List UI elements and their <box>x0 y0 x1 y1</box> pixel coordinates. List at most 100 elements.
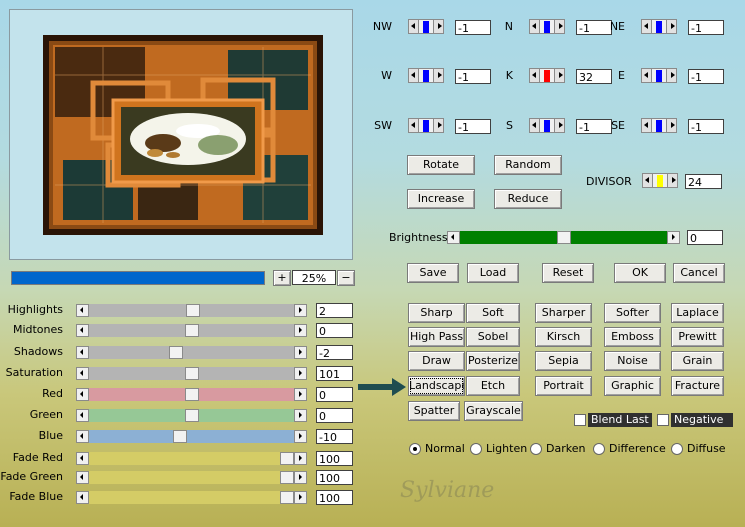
compass-field-e[interactable]: -1 <box>688 69 724 84</box>
adjust-label-red: Red <box>42 387 63 400</box>
preset-etch-button[interactable]: Etch <box>466 376 520 396</box>
compass-label-nw: NW <box>372 20 392 33</box>
watermark: Sylviane <box>400 478 495 503</box>
preset-noise-button[interactable]: Noise <box>604 351 661 371</box>
adjust-field-fade-blue[interactable]: 100 <box>316 490 353 505</box>
rotate-button[interactable]: Rotate <box>407 155 475 175</box>
compass-field-ne[interactable]: -1 <box>688 20 724 35</box>
zoom-level-field[interactable]: 25% <box>292 270 336 285</box>
compass-field-w[interactable]: -1 <box>455 69 491 84</box>
adjust-slider-highlights[interactable] <box>76 304 307 317</box>
preset-soft-button[interactable]: Soft <box>466 303 520 323</box>
adjust-field-green[interactable]: 0 <box>316 408 353 423</box>
preset-posterize-button[interactable]: Posterize <box>466 351 520 371</box>
preview-image <box>43 35 323 235</box>
adjust-slider-green[interactable] <box>76 409 307 422</box>
compass-spinner-n[interactable] <box>529 19 565 35</box>
zoom-progress-bar <box>11 271 265 285</box>
preset-sobel-button[interactable]: Sobel <box>466 327 520 347</box>
compass-label-k: K <box>505 69 513 82</box>
preset-grain-button[interactable]: Grain <box>671 351 724 371</box>
divisor-field[interactable]: 24 <box>685 174 722 189</box>
adjust-slider-fade-blue[interactable] <box>76 491 307 504</box>
adjust-field-midtones[interactable]: 0 <box>316 323 353 338</box>
preset-spatter-button[interactable]: Spatter <box>408 401 460 421</box>
compass-label-w: W <box>381 69 392 82</box>
compass-spinner-nw[interactable] <box>408 19 444 35</box>
compass-spinner-k[interactable] <box>529 68 565 84</box>
adjust-label-shadows: Shadows <box>13 345 63 358</box>
compass-label-se: SE <box>611 119 625 132</box>
adjust-field-red[interactable]: 0 <box>316 387 353 402</box>
adjust-slider-fade-red[interactable] <box>76 452 307 465</box>
load-button[interactable]: Load <box>467 263 519 283</box>
adjust-slider-red[interactable] <box>76 388 307 401</box>
adjust-field-saturation[interactable]: 101 <box>316 366 353 381</box>
compass-field-sw[interactable]: -1 <box>455 119 491 134</box>
preset-sharper-button[interactable]: Sharper <box>535 303 592 323</box>
preset-graphic-button[interactable]: Graphic <box>604 376 661 396</box>
brightness-label: Brightness <box>389 231 448 244</box>
adjust-label-highlights: Highlights <box>7 303 63 316</box>
compass-field-se[interactable]: -1 <box>688 119 724 134</box>
ok-button[interactable]: OK <box>614 263 666 283</box>
compass-spinner-ne[interactable] <box>641 19 677 35</box>
compass-spinner-e[interactable] <box>641 68 677 84</box>
reset-button[interactable]: Reset <box>542 263 594 283</box>
adjust-field-fade-red[interactable]: 100 <box>316 451 353 466</box>
adjust-label-saturation: Saturation <box>5 366 63 379</box>
compass-field-nw[interactable]: -1 <box>455 20 491 35</box>
negative-label: Negative <box>671 413 733 427</box>
save-button[interactable]: Save <box>407 263 459 283</box>
adjust-label-fade-red: Fade Red <box>12 451 63 464</box>
zoom-out-button[interactable]: − <box>337 270 355 286</box>
preset-kirsch-button[interactable]: Kirsch <box>535 327 592 347</box>
increase-button[interactable]: Increase <box>407 189 475 209</box>
compass-spinner-s[interactable] <box>529 118 565 134</box>
reduce-button[interactable]: Reduce <box>494 189 562 209</box>
preset-draw-button[interactable]: Draw <box>408 351 465 371</box>
adjust-label-blue: Blue <box>38 429 63 442</box>
preset-sharp-button[interactable]: Sharp <box>408 303 465 323</box>
adjust-field-fade-green[interactable]: 100 <box>316 470 353 485</box>
preset-high-pass-button[interactable]: High Pass <box>408 327 465 347</box>
brightness-slider[interactable] <box>447 231 680 244</box>
random-button[interactable]: Random <box>494 155 562 175</box>
preset-grayscale-button[interactable]: Grayscale <box>464 401 523 421</box>
adjust-field-blue[interactable]: -10 <box>316 429 353 444</box>
divisor-spinner[interactable] <box>642 173 678 189</box>
negative-option[interactable]: Negative <box>657 413 733 428</box>
zoom-in-button[interactable]: + <box>273 270 291 286</box>
adjust-field-shadows[interactable]: -2 <box>316 345 353 360</box>
adjust-slider-blue[interactable] <box>76 430 307 443</box>
mode-darken-radio[interactable] <box>530 443 542 455</box>
preset-fracture-button[interactable]: Fracture <box>671 376 724 396</box>
blend-last-checkbox[interactable] <box>574 414 586 426</box>
adjust-slider-fade-green[interactable] <box>76 471 307 484</box>
mode-normal-radio[interactable] <box>409 443 421 455</box>
blend-last-option[interactable]: Blend Last <box>574 413 652 428</box>
preset-emboss-button[interactable]: Emboss <box>604 327 661 347</box>
preset-sepia-button[interactable]: Sepia <box>535 351 592 371</box>
preset-prewitt-button[interactable]: Prewitt <box>671 327 724 347</box>
preset-laplace-button[interactable]: Laplace <box>671 303 724 323</box>
compass-spinner-se[interactable] <box>641 118 677 134</box>
adjust-label-green: Green <box>29 408 63 421</box>
adjust-field-highlights[interactable]: 2 <box>316 303 353 318</box>
preview-panel <box>9 9 353 260</box>
brightness-field[interactable]: 0 <box>687 230 723 245</box>
adjust-slider-saturation[interactable] <box>76 367 307 380</box>
preset-landscape-button[interactable]: Landscape <box>408 376 465 396</box>
adjust-slider-midtones[interactable] <box>76 324 307 337</box>
preset-softer-button[interactable]: Softer <box>604 303 661 323</box>
adjust-slider-shadows[interactable] <box>76 346 307 359</box>
negative-checkbox[interactable] <box>657 414 669 426</box>
mode-lighten-radio[interactable] <box>470 443 482 455</box>
filter-dialog: + 25% − Highlights 2 Midtones 0 Shadows -2 Sat… <box>0 0 745 527</box>
compass-spinner-w[interactable] <box>408 68 444 84</box>
cancel-button[interactable]: Cancel <box>673 263 725 283</box>
mode-difference-radio[interactable] <box>593 443 605 455</box>
preset-portrait-button[interactable]: Portrait <box>535 376 592 396</box>
mode-diffuse-radio[interactable] <box>671 443 683 455</box>
compass-spinner-sw[interactable] <box>408 118 444 134</box>
